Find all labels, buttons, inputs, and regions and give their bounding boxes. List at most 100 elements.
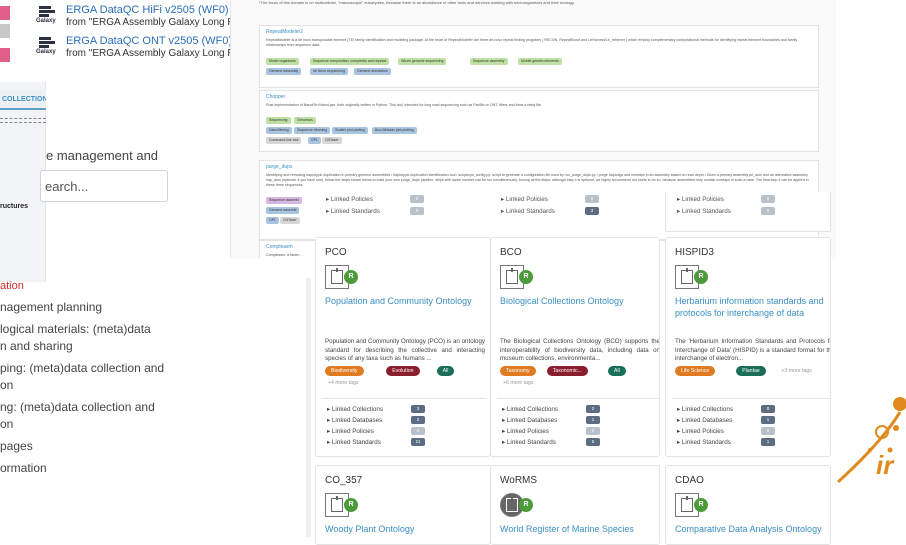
card-description: The 'Herbarium Information Standards and… bbox=[675, 338, 831, 363]
link-row[interactable]: ▸ Linked Policies 0 bbox=[677, 195, 775, 203]
link-row[interactable]: ▸ Linked Collections 3 bbox=[327, 405, 425, 413]
domain-note: *The focus of this domain is on multicel… bbox=[259, 0, 575, 5]
tool-name[interactable]: Chopper bbox=[266, 94, 285, 100]
card-title-link[interactable]: Herbarium information standards and prot… bbox=[675, 295, 830, 319]
more-tags-link[interactable]: +6 more tags bbox=[503, 380, 533, 386]
more-tags-link[interactable]: +4 more tags bbox=[328, 380, 358, 386]
link-row[interactable]: ▸ Linked Policies 0 bbox=[327, 427, 425, 435]
subject-tag[interactable]: Taxonomy bbox=[500, 366, 536, 376]
link-row[interactable]: ▸ Linked Standards 3 bbox=[501, 207, 599, 215]
tag[interactable]: Sequence assembl bbox=[266, 197, 302, 204]
card-abbreviation: WoRMS bbox=[500, 475, 538, 486]
galaxy-workflow-item[interactable]: Galaxy ERGA DataQC HiFi v2505 (WF0) from… bbox=[0, 4, 232, 30]
link-row[interactable]: ▸ Linked Standards 1 bbox=[677, 438, 775, 446]
card-title-link[interactable]: Biological Collections Ontology bbox=[500, 295, 659, 307]
ontology-card[interactable]: HISPID3 R Herbarium information standards … bbox=[665, 237, 831, 457]
subject-tag[interactable]: Evolution bbox=[386, 366, 420, 376]
scrollbar[interactable] bbox=[306, 278, 311, 537]
nav-item[interactable]: ng: (meta)data collection and bbox=[0, 398, 155, 417]
link-row[interactable]: ▸ Linked Policies 0 bbox=[502, 427, 600, 435]
nav-item-cont[interactable]: n and sharing bbox=[0, 337, 73, 356]
logo-decoration: ir bbox=[836, 397, 906, 484]
card-title-link[interactable]: Comparative Data Analysis Ontology bbox=[675, 523, 830, 535]
subject-tag[interactable]: Life Science bbox=[675, 366, 716, 376]
tool-card[interactable]: Chopper Rust implementation of NanoFilt+… bbox=[259, 90, 819, 152]
more-tags-link[interactable]: +3 more tags bbox=[781, 368, 811, 374]
ontology-card[interactable]: CDAO R Comparative Data Analysis Ontology bbox=[665, 465, 831, 545]
search-input[interactable]: earch... bbox=[40, 170, 168, 202]
tool-name[interactable]: purge_dups bbox=[266, 164, 292, 170]
management-heading: e management and bbox=[46, 148, 159, 163]
workflow-source: from "ERGA Assembly Galaxy Long Reads & bbox=[66, 48, 232, 59]
card-abbreviation: CO_357 bbox=[325, 475, 363, 486]
nav-item-cont[interactable]: on bbox=[0, 415, 13, 434]
tag[interactable]: Command-line tool bbox=[266, 137, 302, 144]
tag[interactable]: Genomics bbox=[294, 117, 316, 124]
active-nav-label[interactable]: ation bbox=[0, 280, 24, 292]
ontology-card[interactable]: CO_357 R Woody Plant Ontology bbox=[315, 465, 491, 545]
nav-item[interactable]: ormation bbox=[0, 459, 47, 478]
card-abbreviation: PCO bbox=[325, 247, 347, 258]
tool-name[interactable]: RepeatModeler2 bbox=[266, 29, 303, 35]
link-row[interactable]: ▸ Linked Standards 11 bbox=[327, 438, 425, 446]
tag[interactable]: Sequence composition, complexity and rep… bbox=[310, 58, 390, 65]
tag[interactable]: CNTaxer bbox=[280, 217, 300, 224]
link-row[interactable]: ▸ Linked Collections 2 bbox=[502, 405, 600, 413]
link-row[interactable]: ▸ Linked Policies 0 bbox=[326, 195, 424, 203]
card-abbreviation: CDAO bbox=[675, 475, 704, 486]
tag[interactable]: Sequence assembly bbox=[470, 58, 508, 65]
readiness-badge: R bbox=[519, 270, 533, 284]
tag[interactable]: GPL bbox=[266, 217, 280, 224]
nav-item-cont[interactable]: on bbox=[0, 376, 13, 395]
link-row[interactable]: ▸ Linked Policies 0 bbox=[677, 427, 775, 435]
galaxy-workflow-item[interactable]: Galaxy ERGA DataQC ONT v2505 (WF0) from … bbox=[0, 35, 232, 61]
workflow-title-link[interactable]: ERGA DataQC ONT v2505 (WF0) bbox=[66, 35, 232, 47]
tag[interactable]: Sequence trimming bbox=[294, 127, 331, 134]
tag[interactable]: Sequencing bbox=[266, 117, 291, 124]
link-row[interactable]: ▸ Linked Collections 8 bbox=[677, 405, 775, 413]
tag[interactable]: Mobile genetic elements bbox=[518, 58, 562, 65]
nav-item[interactable]: nagement planning bbox=[0, 298, 102, 317]
card-abbreviation: BCO bbox=[500, 247, 522, 258]
tool-name[interactable]: Compleasm bbox=[266, 244, 293, 250]
tag[interactable]: Scatter plot plotting bbox=[332, 127, 368, 134]
tag[interactable]: GPL bbox=[308, 137, 322, 144]
divider bbox=[0, 122, 46, 123]
link-row[interactable]: ▸ Linked Standards 0 bbox=[326, 207, 424, 215]
card-description: The Biological Collections Ontology (BCO… bbox=[500, 338, 660, 363]
readiness-badge: R bbox=[694, 498, 708, 512]
workflow-title-link[interactable]: ERGA DataQC HiFi v2505 (WF0) bbox=[66, 4, 229, 16]
tag[interactable]: Whole genome sequencing bbox=[398, 58, 447, 65]
tag[interactable]: Genome assembly bbox=[266, 68, 302, 75]
tag[interactable]: CNTaxer bbox=[322, 137, 342, 144]
tool-description: Identifying and removing haplotypic dupl… bbox=[266, 173, 809, 187]
nav-item[interactable]: ping: (meta)data collection and bbox=[0, 359, 164, 378]
card-title-link[interactable]: World Register of Marine Species bbox=[500, 523, 659, 535]
subject-tag[interactable]: Biodiversity bbox=[325, 366, 364, 376]
subject-tag[interactable]: All bbox=[608, 366, 626, 376]
tag[interactable]: Genome annotation bbox=[354, 68, 391, 75]
link-row[interactable]: ▸ Linked Databases 2 bbox=[327, 416, 425, 424]
subject-tag[interactable]: Plantae bbox=[736, 366, 766, 376]
tag[interactable]: Model organisms bbox=[266, 58, 299, 65]
ontology-card[interactable]: WoRMS R World Register of Marine Species bbox=[490, 465, 660, 545]
subject-tag[interactable]: All bbox=[436, 366, 455, 376]
tab-collections[interactable]: COLLECTIONS bbox=[0, 90, 46, 110]
link-row[interactable]: ▸ Linked Standards 5 bbox=[502, 438, 600, 446]
card-title-link[interactable]: Woody Plant Ontology bbox=[325, 523, 485, 535]
tag[interactable]: de Novo sequencing bbox=[310, 68, 348, 75]
link-row[interactable]: ▸ Linked Databases 1 bbox=[502, 416, 600, 424]
tag[interactable]: Data filtering bbox=[266, 127, 292, 134]
subject-tag[interactable]: Taxonomic... bbox=[546, 366, 588, 376]
ontology-card[interactable]: PCO R Population and Community Ontology Pop… bbox=[315, 237, 491, 457]
tag[interactable]: Box-Whisker plot plotting bbox=[372, 127, 417, 134]
link-row[interactable]: ▸ Linked Policies 0 bbox=[501, 195, 599, 203]
link-row[interactable]: ▸ Linked Standards 0 bbox=[677, 207, 775, 215]
link-row[interactable]: ▸ Linked Databases 1 bbox=[677, 416, 775, 424]
card-title-link[interactable]: Population and Community Ontology bbox=[325, 295, 485, 307]
card-abbreviation: HISPID3 bbox=[675, 247, 714, 258]
nav-item[interactable]: pages bbox=[0, 437, 33, 456]
tool-card[interactable]: RepeatModeler2 RepeatModeler is a de nov… bbox=[259, 25, 819, 88]
tag[interactable]: Genome assembl bbox=[266, 207, 300, 214]
ontology-card[interactable]: BCO R Biological Collections Ontology The B… bbox=[490, 237, 660, 457]
